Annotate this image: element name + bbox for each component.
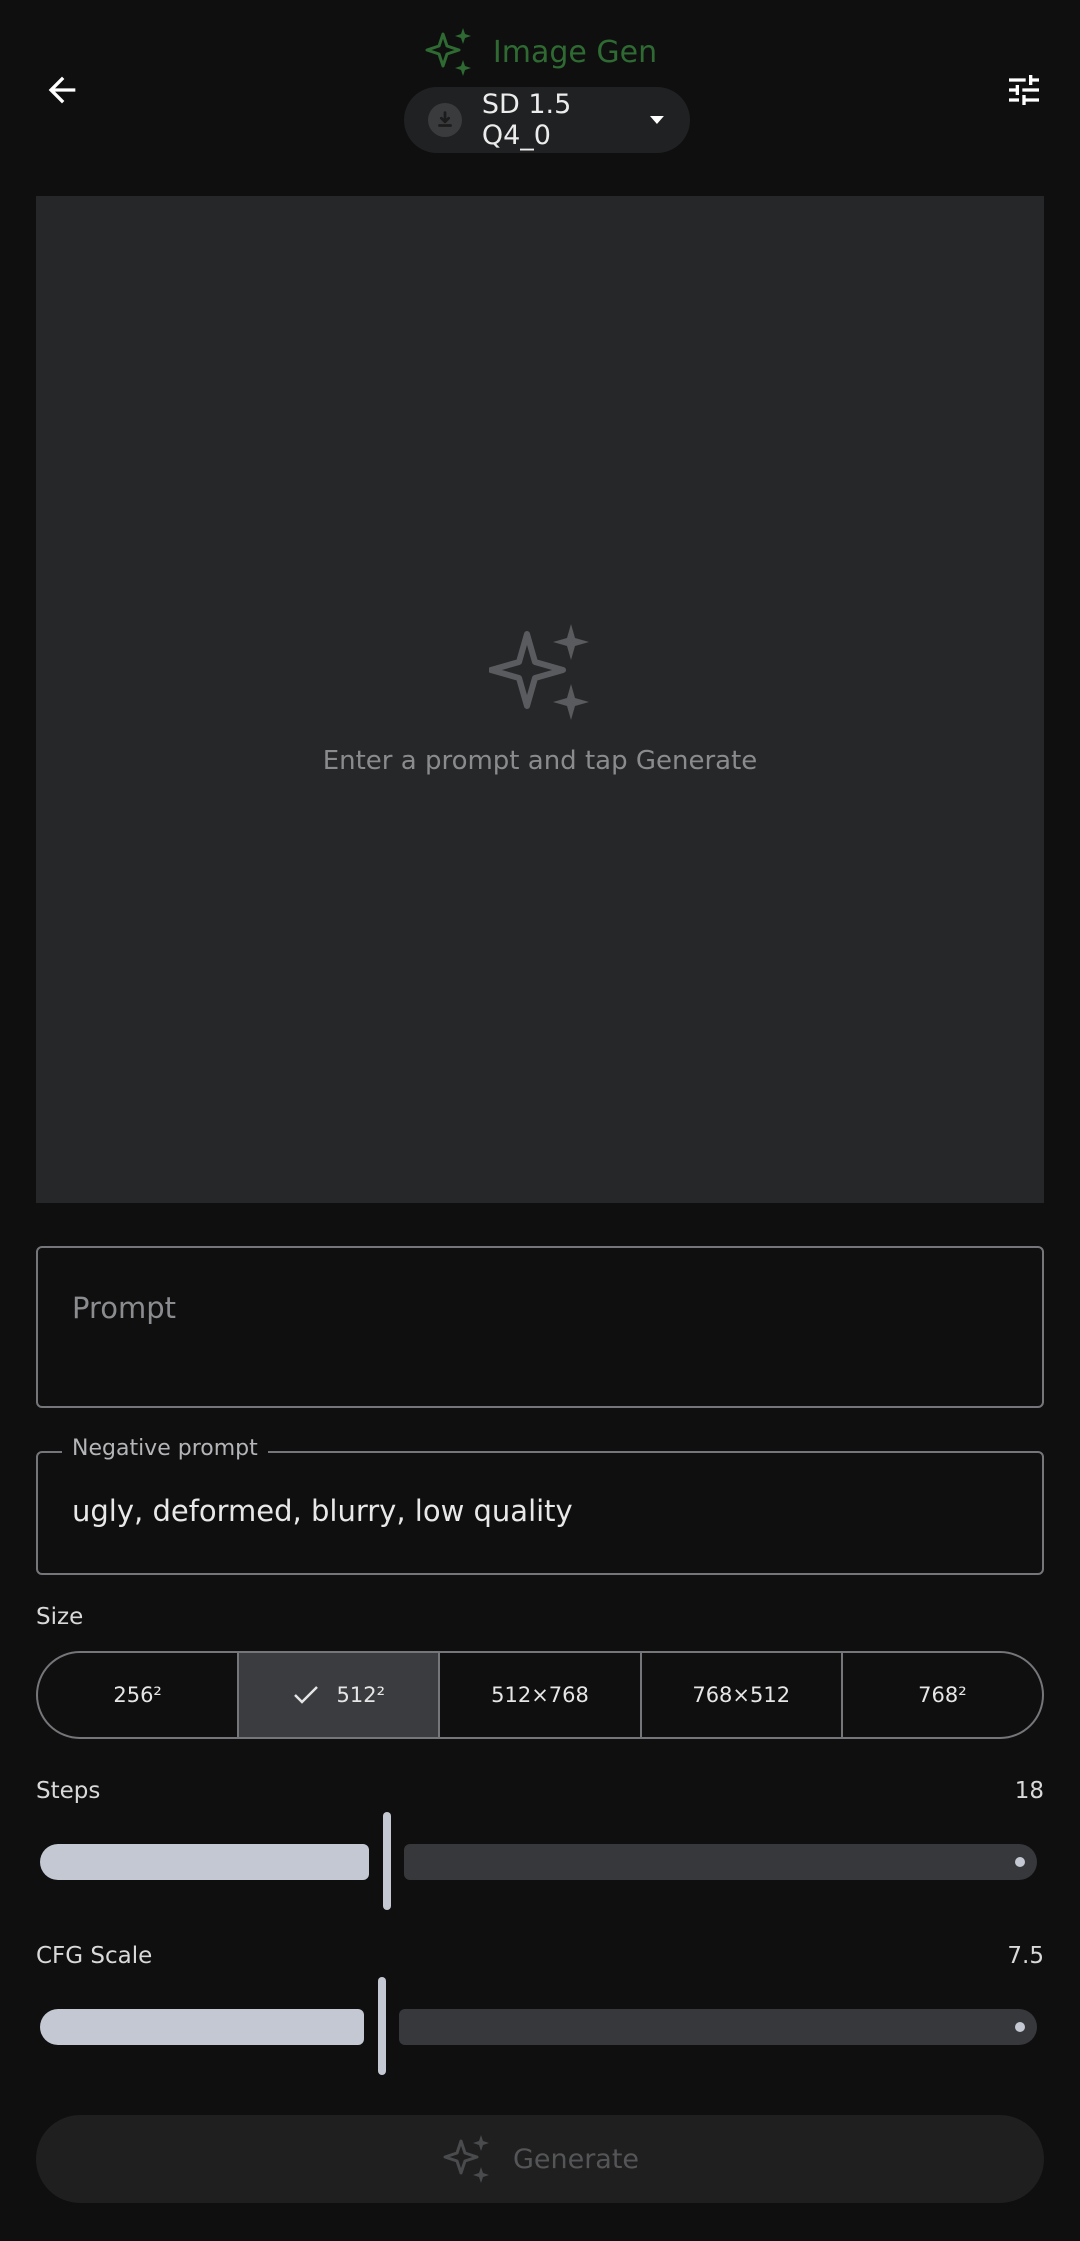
app-title-bar: Image Gen <box>0 24 1080 80</box>
check-icon <box>293 1686 318 1704</box>
prompt-input[interactable] <box>36 1246 1044 1408</box>
tune-icon <box>1009 75 1039 105</box>
cfg-track-inactive <box>399 2009 1037 2045</box>
chevron-down-icon <box>650 116 665 124</box>
model-name: SD 1.5 Q4_0 <box>481 89 572 151</box>
size-label: Size <box>36 1604 84 1630</box>
negative-prompt-label: Negative prompt <box>62 1436 268 1461</box>
size-option-768[interactable]: 768² <box>843 1653 1042 1737</box>
steps-track-inactive <box>404 1844 1037 1880</box>
size-option-768x512[interactable]: 768×512 <box>642 1653 843 1737</box>
cfg-slider[interactable] <box>36 1975 1044 2075</box>
cfg-thumb[interactable] <box>378 1977 386 2075</box>
cfg-label: CFG Scale <box>36 1943 153 1969</box>
size-selector: 256² 512² 512×768 768×512 768² <box>36 1651 1044 1739</box>
sparkles-placeholder-icon <box>489 624 589 720</box>
sparkles-icon <box>443 2135 489 2183</box>
size-option-512[interactable]: 512² <box>239 1653 441 1737</box>
preview-hint: Enter a prompt and tap Generate <box>322 746 758 776</box>
prompt-placeholder: Prompt <box>72 1291 177 1325</box>
steps-thumb[interactable] <box>383 1812 391 1910</box>
steps-track-active <box>40 1844 369 1880</box>
generate-button[interactable]: Generate <box>36 2115 1044 2203</box>
steps-slider[interactable] <box>36 1810 1044 1910</box>
settings-button[interactable] <box>996 64 1052 116</box>
size-option-512x768[interactable]: 512×768 <box>440 1653 642 1737</box>
model-selector[interactable]: SD 1.5 Q4_0 <box>404 87 690 153</box>
cfg-stop-indicator <box>1015 2022 1025 2032</box>
steps-value: 18 <box>1014 1778 1044 1804</box>
cfg-value: 7.5 <box>1007 1943 1044 1969</box>
steps-label: Steps <box>36 1778 101 1804</box>
steps-stop-indicator <box>1015 1857 1025 1867</box>
size-option-256[interactable]: 256² <box>38 1653 240 1737</box>
download-icon <box>428 103 462 137</box>
sparkles-icon <box>425 28 471 76</box>
generate-label: Generate <box>512 2143 640 2175</box>
app-title: Image Gen <box>492 34 658 70</box>
negative-prompt-value: ugly, deformed, blurry, low quality <box>72 1494 573 1528</box>
cfg-track-active <box>40 2009 364 2045</box>
